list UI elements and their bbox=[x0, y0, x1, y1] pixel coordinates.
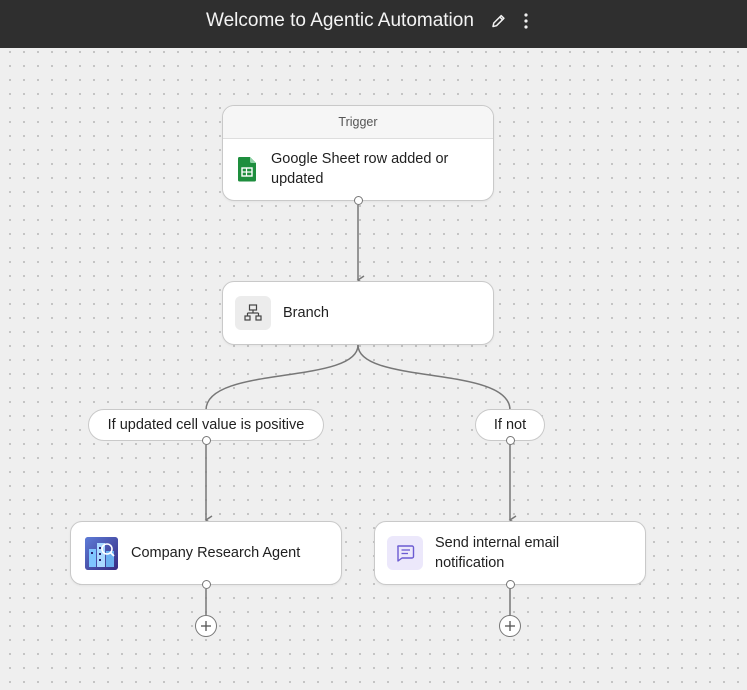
action-left-output-port[interactable] bbox=[201, 580, 211, 589]
action-node-send-email[interactable]: Send internal email notification bbox=[374, 521, 646, 585]
action-node-company-research-agent[interactable]: Company Research Agent bbox=[70, 521, 342, 585]
branch-icon bbox=[235, 296, 271, 330]
trigger-node[interactable]: Trigger Google Sheet row added or update… bbox=[222, 105, 494, 201]
trigger-node-label: Google Sheet row added or updated bbox=[271, 151, 449, 187]
add-step-left-button[interactable] bbox=[195, 615, 217, 637]
branch-left-connector bbox=[205, 344, 359, 411]
plus-icon bbox=[505, 621, 515, 631]
workflow-title: Welcome to Agentic Automation bbox=[206, 10, 474, 31]
condition-right-output-port[interactable] bbox=[505, 436, 515, 445]
vertical-ellipsis-icon[interactable] bbox=[518, 11, 534, 31]
branch-node-label: Branch bbox=[283, 305, 329, 321]
action-node-label: Company Research Agent bbox=[131, 545, 301, 561]
condition-left-output-port[interactable] bbox=[201, 436, 211, 445]
plus-icon bbox=[201, 621, 211, 631]
trigger-node-header: Trigger bbox=[223, 106, 493, 139]
add-step-right-button[interactable] bbox=[499, 615, 521, 637]
message-icon bbox=[387, 536, 423, 570]
branch-right-connector bbox=[357, 344, 511, 411]
connector-lines bbox=[204, 205, 517, 615]
action-node-label: Send internal email notification bbox=[435, 535, 560, 571]
action-right-output-port[interactable] bbox=[505, 580, 515, 589]
google-sheets-icon bbox=[237, 156, 257, 182]
branch-node[interactable]: Branch bbox=[222, 281, 494, 345]
company-research-agent-icon bbox=[85, 537, 118, 570]
trigger-output-port[interactable] bbox=[353, 196, 363, 205]
top-bar: Welcome to Agentic Automation bbox=[0, 0, 747, 48]
pencil-icon[interactable] bbox=[490, 12, 506, 30]
